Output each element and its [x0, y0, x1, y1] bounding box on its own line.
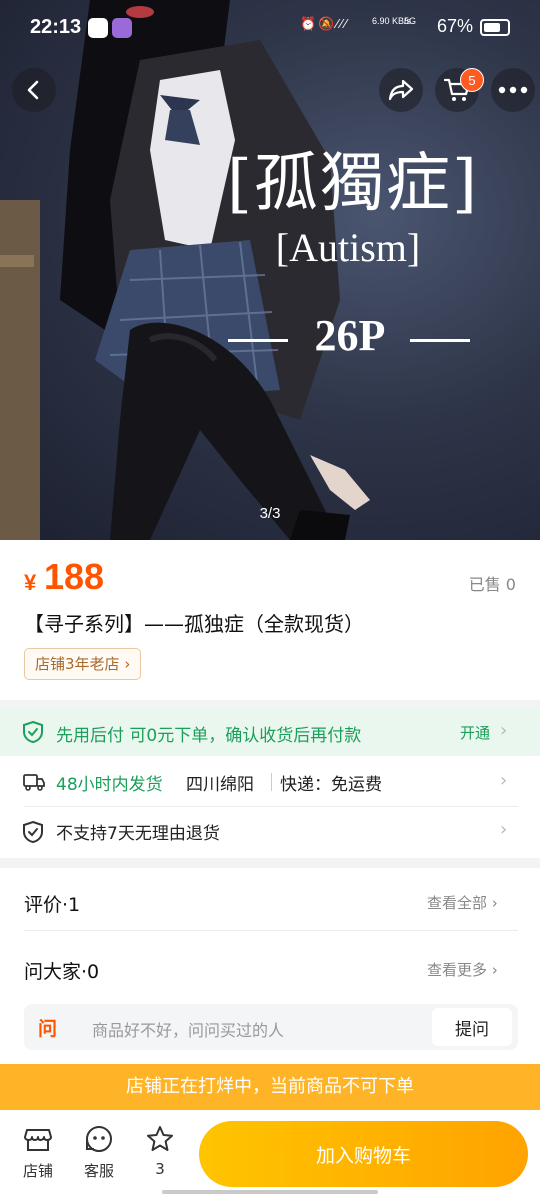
shop-icon	[24, 1129, 52, 1151]
return-policy: 不支持7天无理由退货	[56, 824, 220, 844]
divider	[24, 930, 518, 931]
shop-age-label: 店铺3年老店	[35, 655, 120, 673]
view-more-label: 查看更多	[427, 961, 488, 979]
customer-service-button[interactable]: 客服	[69, 1124, 129, 1181]
shipping-location: 四川绵阳	[186, 775, 254, 795]
shop-age-tag[interactable]: 店铺3年老店 ›	[24, 648, 142, 680]
favorite-button[interactable]: 3	[130, 1124, 190, 1178]
status-time: 22:13	[30, 16, 82, 38]
chevron-right-icon[interactable]: ›	[500, 819, 507, 840]
chevron-right-icon: ›	[500, 720, 508, 741]
currency-symbol: ¥	[24, 570, 37, 595]
home-indicator	[162, 1190, 378, 1194]
add-to-cart-button[interactable]: 加入购物车	[199, 1121, 528, 1187]
view-more-qa-link[interactable]: 查看更多 ›	[427, 959, 498, 980]
shield-check-icon	[23, 720, 43, 744]
battery-icon	[480, 19, 510, 36]
back-button[interactable]	[12, 68, 56, 112]
truck-icon	[23, 774, 45, 791]
sold-count: 已售 0	[468, 575, 516, 594]
alarm-mute-icons: ⏰🔕⁄⁄⁄	[300, 16, 349, 31]
service-label: 客服	[83, 1162, 114, 1180]
more-dots-icon	[498, 86, 528, 94]
ask-placeholder[interactable]: 商品好不好，问问买过的人	[92, 1017, 284, 1041]
product-image-gallery[interactable]: 22:13 ⏰🔕⁄⁄⁄ 6.90 KB/s 5G 67% 5 [孤獨症] [Au…	[0, 0, 540, 540]
share-button[interactable]	[379, 68, 423, 112]
status-bar: 22:13 ⏰🔕⁄⁄⁄ 6.90 KB/s 5G 67%	[0, 0, 540, 58]
poster-count: 26P	[314, 311, 386, 360]
star-icon	[147, 1126, 173, 1151]
cart-count-badge: 5	[460, 68, 484, 92]
view-all-reviews-link[interactable]: 查看全部 ›	[427, 892, 498, 913]
shield-check-icon	[23, 820, 43, 844]
shop-button[interactable]: 店铺	[8, 1124, 68, 1181]
network-indicator: 5G	[404, 16, 417, 26]
view-all-label: 查看全部	[427, 894, 488, 912]
pay-later-text: 先用后付 可0元下单，确认收货后再付款	[56, 726, 362, 746]
shipping-time: 48小时内发货	[56, 775, 163, 795]
ask-icon: 问	[38, 1018, 58, 1040]
favorite-count: 3	[155, 1160, 165, 1178]
product-title: 【寻子系列】——孤独症（全款现货）	[24, 612, 364, 636]
poster-title: [孤獨症]	[227, 147, 479, 221]
shipping-separator	[271, 773, 272, 791]
reviews-title: 评价·1	[24, 894, 81, 916]
pay-later-open-link[interactable]: 开通	[460, 722, 490, 743]
chevron-left-icon	[27, 80, 39, 100]
chevron-right-icon[interactable]: ›	[500, 770, 507, 791]
divider-line-right	[410, 339, 470, 342]
qa-title: 问大家·0	[24, 961, 100, 983]
divider	[24, 806, 518, 807]
more-button[interactable]	[491, 68, 535, 112]
image-counter: 3/3	[259, 505, 281, 522]
shop-label: 店铺	[22, 1162, 53, 1180]
poster-subtitle: [Autism]	[275, 225, 421, 270]
shop-closed-notice: 店铺正在打烊中，当前商品不可下单	[0, 1064, 540, 1110]
price: 188	[44, 556, 105, 597]
shipping-fee: 快递：免运费	[280, 775, 382, 795]
chat-face-icon	[86, 1126, 112, 1152]
share-icon	[388, 79, 414, 101]
app-notification-icon	[112, 18, 132, 38]
battery-percent: 67%	[437, 16, 474, 36]
ask-button[interactable]: 提问	[432, 1008, 512, 1046]
qq-icon	[88, 18, 108, 38]
